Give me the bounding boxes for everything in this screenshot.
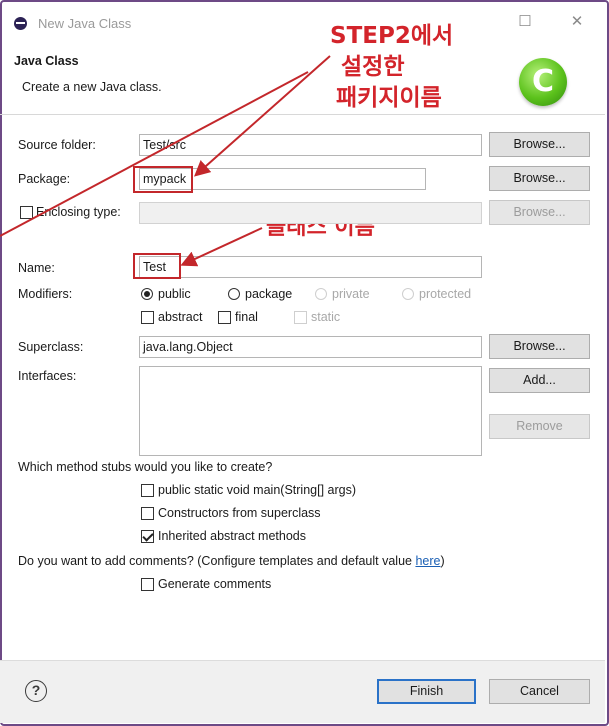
arrow-to-class-name xyxy=(180,227,263,267)
arrow-to-package xyxy=(194,55,331,177)
annotation-arrows xyxy=(0,55,331,267)
arrow-offscreen xyxy=(0,71,309,237)
